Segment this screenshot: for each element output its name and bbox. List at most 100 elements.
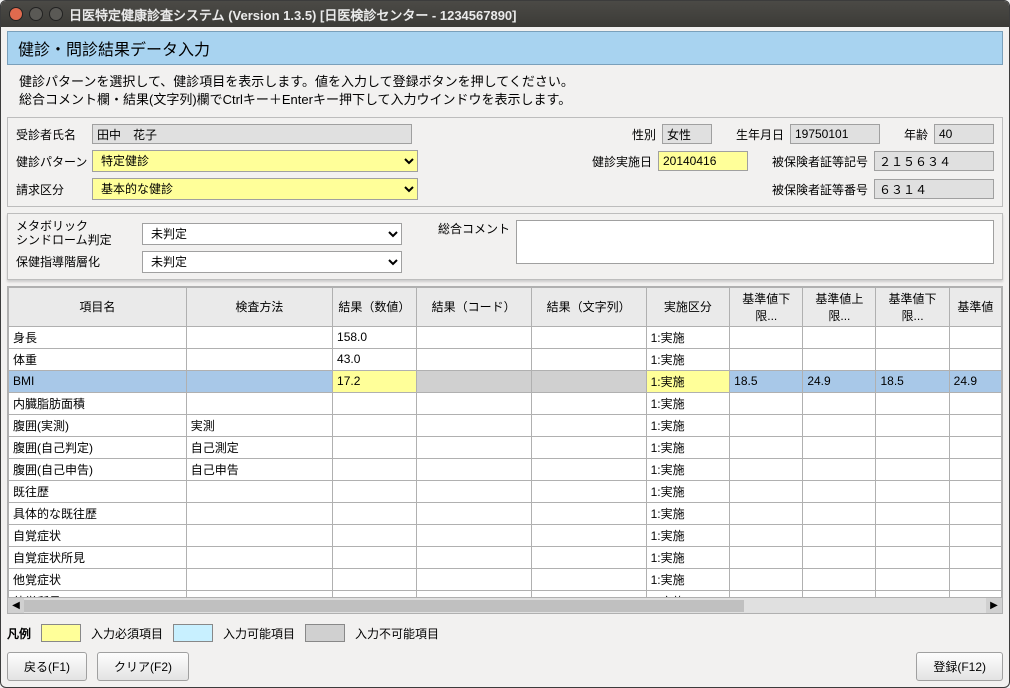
table-cell[interactable] <box>876 546 949 568</box>
table-cell[interactable] <box>186 392 332 414</box>
table-cell[interactable]: 1:実施 <box>646 546 730 568</box>
minimize-icon[interactable] <box>29 7 43 21</box>
table-cell[interactable] <box>730 480 803 502</box>
table-cell[interactable]: 腹囲(自己判定) <box>9 436 187 458</box>
results-table[interactable]: 項目名検査方法結果（数値）結果（コード）結果（文字列）実施区分基準値下限...基… <box>8 287 1002 597</box>
column-header[interactable]: 結果（数値） <box>333 287 417 326</box>
table-cell[interactable]: 1:実施 <box>646 436 730 458</box>
table-cell[interactable]: 17.2 <box>333 370 417 392</box>
table-cell[interactable]: 内臓脂肪面積 <box>9 392 187 414</box>
table-row[interactable]: 他覚所見 1:実施 <box>9 590 1002 597</box>
table-cell[interactable]: 1:実施 <box>646 414 730 436</box>
table-cell[interactable] <box>949 480 1001 502</box>
table-cell[interactable] <box>803 524 876 546</box>
table-cell[interactable]: 1:実施 <box>646 458 730 480</box>
table-cell[interactable]: 1:実施 <box>646 392 730 414</box>
table-cell[interactable] <box>803 392 876 414</box>
table-row[interactable]: 身長 158.0 1:実施 <box>9 326 1002 348</box>
table-cell[interactable]: 1:実施 <box>646 524 730 546</box>
table-row[interactable]: 他覚症状1:実施 <box>9 568 1002 590</box>
table-cell[interactable] <box>730 546 803 568</box>
table-cell[interactable] <box>803 436 876 458</box>
column-header[interactable]: 基準値上限... <box>803 287 876 326</box>
table-cell[interactable] <box>531 590 646 597</box>
table-cell[interactable] <box>730 458 803 480</box>
table-cell[interactable] <box>186 348 332 370</box>
back-button[interactable]: 戻る(F1) <box>7 652 87 681</box>
table-cell[interactable] <box>333 392 417 414</box>
table-cell[interactable] <box>949 392 1001 414</box>
table-cell[interactable] <box>416 524 531 546</box>
table-cell[interactable]: 1:実施 <box>646 502 730 524</box>
table-cell[interactable] <box>730 568 803 590</box>
table-cell[interactable]: 24.9 <box>949 370 1001 392</box>
table-cell[interactable]: 他覚症状 <box>9 568 187 590</box>
table-cell[interactable] <box>186 480 332 502</box>
hoken-select[interactable]: 未判定 <box>142 251 402 273</box>
table-cell[interactable] <box>803 458 876 480</box>
close-icon[interactable] <box>9 7 23 21</box>
table-cell[interactable] <box>876 436 949 458</box>
table-row[interactable]: 既往歴1:実施 <box>9 480 1002 502</box>
table-cell[interactable] <box>803 590 876 597</box>
table-cell[interactable] <box>730 392 803 414</box>
table-cell[interactable] <box>803 568 876 590</box>
table-cell[interactable] <box>186 502 332 524</box>
table-row[interactable]: 腹囲(実測)実測1:実施 <box>9 414 1002 436</box>
table-cell[interactable] <box>949 458 1001 480</box>
table-cell[interactable]: 身長 <box>9 326 187 348</box>
table-cell[interactable]: 1:実施 <box>646 590 730 597</box>
column-header[interactable]: 基準値下限... <box>876 287 949 326</box>
table-cell[interactable]: 43.0 <box>333 348 417 370</box>
column-header[interactable]: 実施区分 <box>646 287 730 326</box>
table-cell[interactable] <box>730 502 803 524</box>
table-cell[interactable]: BMI <box>9 370 187 392</box>
table-cell[interactable] <box>876 392 949 414</box>
column-header[interactable]: 項目名 <box>9 287 187 326</box>
table-cell[interactable] <box>186 524 332 546</box>
table-cell[interactable] <box>730 436 803 458</box>
scroll-left-icon[interactable]: ◀ <box>8 598 24 614</box>
table-cell[interactable]: 1:実施 <box>646 326 730 348</box>
table-cell[interactable] <box>949 590 1001 597</box>
column-header[interactable]: 検査方法 <box>186 287 332 326</box>
table-cell[interactable] <box>876 480 949 502</box>
table-cell[interactable] <box>416 568 531 590</box>
table-cell[interactable] <box>803 502 876 524</box>
table-cell[interactable] <box>803 480 876 502</box>
table-cell[interactable] <box>730 348 803 370</box>
table-cell[interactable] <box>949 326 1001 348</box>
table-cell[interactable] <box>949 546 1001 568</box>
table-row[interactable]: BMI17.21:実施18.524.918.524.9 <box>9 370 1002 392</box>
table-row[interactable]: 自覚症状1:実施 <box>9 524 1002 546</box>
table-cell[interactable]: 他覚所見 <box>9 590 187 597</box>
table-cell[interactable]: 18.5 <box>730 370 803 392</box>
table-cell[interactable]: 自己申告 <box>186 458 332 480</box>
table-cell[interactable] <box>876 458 949 480</box>
scroll-thumb[interactable] <box>24 600 744 612</box>
table-cell[interactable] <box>876 568 949 590</box>
table-row[interactable]: 内臓脂肪面積 1:実施 <box>9 392 1002 414</box>
table-cell[interactable] <box>186 568 332 590</box>
table-cell[interactable] <box>333 458 417 480</box>
column-header[interactable]: 基準値下限... <box>730 287 803 326</box>
table-cell[interactable]: 腹囲(自己申告) <box>9 458 187 480</box>
table-cell[interactable]: 1:実施 <box>646 480 730 502</box>
metabo-select[interactable]: 未判定 <box>142 223 402 245</box>
table-cell[interactable] <box>949 436 1001 458</box>
column-header[interactable]: 基準値 <box>949 287 1001 326</box>
table-row[interactable]: 具体的な既往歴 1:実施 <box>9 502 1002 524</box>
claim-select[interactable]: 基本的な健診 <box>92 178 418 200</box>
table-cell[interactable] <box>803 546 876 568</box>
table-cell[interactable] <box>949 524 1001 546</box>
table-cell[interactable] <box>730 524 803 546</box>
table-cell[interactable] <box>416 480 531 502</box>
maximize-icon[interactable] <box>49 7 63 21</box>
table-cell[interactable]: 24.9 <box>803 370 876 392</box>
table-row[interactable]: 自覚症状所見1:実施 <box>9 546 1002 568</box>
exam-date-field[interactable] <box>658 151 748 171</box>
table-cell[interactable]: 具体的な既往歴 <box>9 502 187 524</box>
column-header[interactable]: 結果（文字列） <box>531 287 646 326</box>
table-cell[interactable] <box>876 326 949 348</box>
table-cell[interactable]: 158.0 <box>333 326 417 348</box>
